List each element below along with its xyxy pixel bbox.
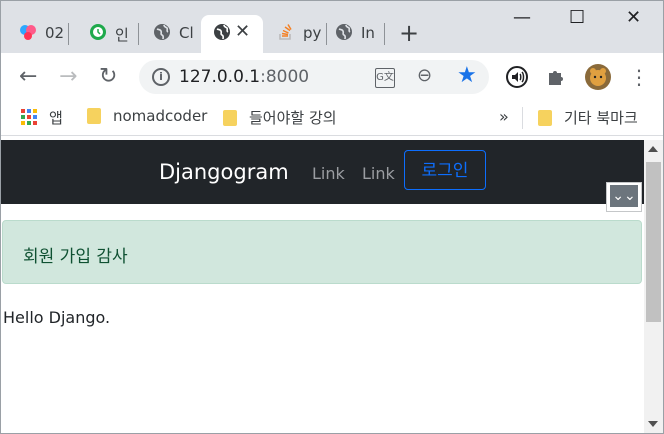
new-tab-button[interactable]: + bbox=[399, 21, 419, 45]
url-text[interactable]: 127.0.0.1:8000 bbox=[179, 67, 309, 87]
close-window-button[interactable]: ✕ bbox=[626, 7, 641, 29]
tab-3[interactable]: Cl bbox=[141, 15, 203, 53]
tab-title: 인 bbox=[115, 26, 129, 44]
tab-1[interactable]: 02 bbox=[7, 15, 69, 53]
apps-shortcut[interactable]: 앱 bbox=[21, 107, 63, 129]
tab-6[interactable]: In bbox=[323, 15, 385, 53]
apps-label: 앱 bbox=[49, 109, 63, 127]
back-icon[interactable]: ← bbox=[19, 65, 37, 89]
tab-title: Cl bbox=[179, 24, 194, 42]
url-host: 127.0.0.1 bbox=[179, 67, 261, 87]
login-button[interactable]: 로그인 bbox=[404, 150, 486, 190]
translate-icon[interactable]: G文 bbox=[375, 68, 395, 88]
page-content: Djangogram Link Link 로그인 ⌄⌄ 회원 가입 감사 Hel… bbox=[1, 140, 644, 433]
url-port: :8000 bbox=[260, 67, 310, 87]
globe-icon bbox=[336, 24, 352, 40]
bookmark-label: 들어야할 강의 bbox=[249, 109, 337, 127]
tab-5[interactable]: py bbox=[265, 15, 327, 53]
green-clock-icon bbox=[90, 24, 106, 40]
nav-link-2[interactable]: Link bbox=[362, 164, 395, 183]
tab-2[interactable]: 인 bbox=[77, 15, 139, 53]
audio-extension-icon[interactable] bbox=[505, 65, 529, 89]
bookmark-nomadcoder[interactable]: nomadcoder bbox=[87, 107, 207, 129]
tab-active[interactable]: ✕ bbox=[201, 15, 263, 53]
profile-avatar[interactable] bbox=[585, 64, 611, 90]
tab-separator bbox=[138, 23, 139, 45]
tab-strip: 02 인 Cl ✕ py In + — ☐ ✕ bbox=[1, 1, 663, 53]
bookmark-lectures[interactable]: 들어야할 강의 bbox=[223, 107, 337, 129]
menu-kebab-icon[interactable]: ⋮ bbox=[629, 65, 649, 89]
bookmark-label: 기타 북마크 bbox=[564, 109, 638, 127]
folder-icon bbox=[223, 109, 237, 126]
browser-window: 02 인 Cl ✕ py In + — ☐ ✕ ← → ↻ i 127.0.0.… bbox=[0, 0, 664, 434]
bookmarks-bar: 앱 nomadcoder 들어야할 강의 » 기타 북마크 bbox=[1, 101, 663, 136]
bookmark-star-icon[interactable]: ★ bbox=[457, 63, 477, 88]
zoom-icon[interactable]: ⊖ bbox=[417, 65, 432, 86]
info-icon[interactable]: i bbox=[152, 68, 170, 86]
tab-title: py bbox=[303, 24, 322, 42]
alert-message: 회원 가입 감사 bbox=[23, 247, 128, 267]
site-brand[interactable]: Djangogram bbox=[159, 160, 289, 184]
nav-link-1[interactable]: Link bbox=[312, 164, 345, 183]
tab-separator bbox=[68, 23, 69, 45]
close-tab-icon[interactable]: ✕ bbox=[235, 22, 250, 42]
tab-separator bbox=[384, 23, 385, 45]
maximize-button[interactable]: ☐ bbox=[569, 7, 585, 29]
folder-icon bbox=[538, 109, 552, 126]
scroll-up-arrow[interactable] bbox=[648, 146, 658, 152]
navbar-toggler-button[interactable]: ⌄⌄ bbox=[606, 182, 642, 212]
minimize-button[interactable]: — bbox=[513, 7, 531, 29]
folder-icon bbox=[87, 107, 101, 124]
success-alert: 회원 가입 감사 bbox=[2, 220, 642, 284]
address-bar[interactable]: i 127.0.0.1:8000 G文 ⊖ ★ bbox=[139, 60, 489, 94]
scroll-down-arrow[interactable] bbox=[648, 421, 658, 427]
tab-title: In bbox=[361, 24, 375, 42]
bookmark-divider bbox=[522, 107, 523, 129]
extensions-puzzle-icon[interactable] bbox=[545, 65, 569, 89]
page-scrollbar[interactable] bbox=[644, 140, 663, 433]
stackoverflow-icon bbox=[279, 24, 292, 40]
scroll-thumb[interactable] bbox=[646, 162, 661, 322]
apps-grid-icon bbox=[21, 108, 37, 125]
tab-title: 02 bbox=[45, 24, 65, 42]
bookmark-label: nomadcoder bbox=[113, 107, 208, 125]
forward-icon[interactable]: → bbox=[59, 65, 77, 89]
double-chevron-down-icon: ⌄⌄ bbox=[610, 185, 638, 207]
globe-icon bbox=[214, 24, 230, 40]
bookmarks-overflow-button[interactable]: » bbox=[499, 107, 509, 129]
reload-icon[interactable]: ↻ bbox=[99, 65, 117, 89]
site-navbar: Djangogram Link Link 로그인 bbox=[1, 140, 644, 204]
browser-toolbar: ← → ↻ i 127.0.0.1:8000 G文 ⊖ ★ ⋮ bbox=[1, 53, 663, 101]
globe-icon bbox=[154, 24, 170, 40]
bookmark-other[interactable]: 기타 북마크 bbox=[538, 107, 638, 129]
body-text: Hello Django. bbox=[3, 308, 111, 327]
app-icon bbox=[20, 25, 36, 40]
